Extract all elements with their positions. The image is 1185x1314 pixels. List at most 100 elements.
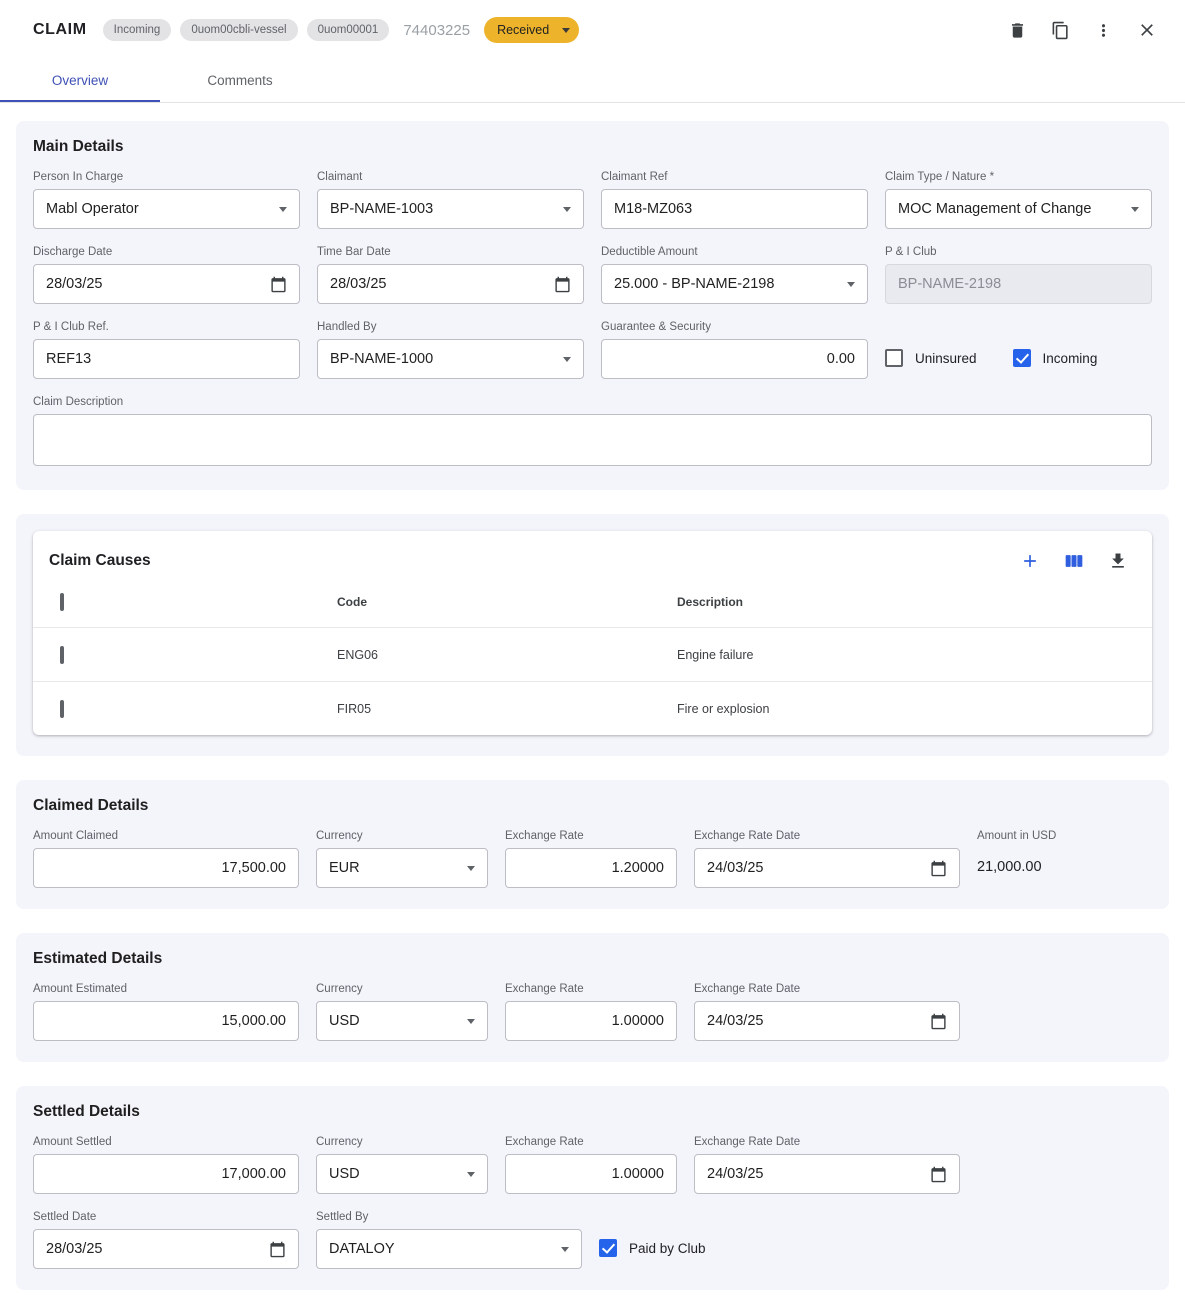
field-label: Currency — [316, 1136, 488, 1148]
paid-by-club-checkbox[interactable]: Paid by Club — [599, 1239, 706, 1257]
table-actions — [1020, 551, 1128, 571]
table-row[interactable]: ENG06 Engine failure — [33, 627, 1152, 681]
guarantee-security-input[interactable] — [614, 351, 855, 367]
field-label: Currency — [316, 983, 488, 995]
chevron-down-icon — [561, 1247, 569, 1252]
chevron-down-icon — [563, 357, 571, 362]
claim-causes-section: Claim Causes Code Description — [16, 514, 1169, 756]
field-label: Time Bar Date — [317, 246, 584, 258]
field-label: Handled By — [317, 321, 584, 333]
amount-estimated-control — [33, 1001, 299, 1041]
columns-icon[interactable] — [1064, 551, 1084, 571]
claim-description-textarea[interactable] — [33, 414, 1152, 466]
estimated-exchange-rate-date-input[interactable] — [707, 1013, 922, 1029]
row-checkbox[interactable] — [60, 646, 64, 664]
field-label: Exchange Rate Date — [694, 983, 960, 995]
amount-settled-control — [33, 1154, 299, 1194]
calendar-icon[interactable] — [930, 1013, 947, 1030]
checkbox-box[interactable] — [599, 1239, 617, 1257]
deductible-amount-select[interactable]: 25.000 - BP-NAME-2198 — [601, 264, 868, 304]
tab-bar: Overview Comments — [0, 60, 1185, 103]
status-dropdown[interactable]: Received — [484, 17, 579, 43]
field-time-bar-date: Time Bar Date — [317, 246, 584, 304]
calendar-icon[interactable] — [270, 276, 287, 293]
field-settled-by: Settled By DATALOY — [316, 1211, 582, 1269]
close-icon[interactable] — [1137, 20, 1157, 40]
field-handled-by: Handled By BP-NAME-1000 — [317, 321, 584, 379]
checkbox-box[interactable] — [1013, 349, 1031, 367]
field-claimed-exchange-rate-date: Exchange Rate Date — [694, 830, 960, 888]
amount-settled-input[interactable] — [46, 1166, 286, 1182]
field-label: Claim Description — [33, 396, 1152, 408]
claim-number: 74403225 — [403, 22, 470, 39]
download-icon[interactable] — [1108, 551, 1128, 571]
settled-by-select[interactable]: DATALOY — [316, 1229, 582, 1269]
claimed-exchange-rate-input[interactable] — [518, 860, 664, 876]
discharge-date-input[interactable] — [46, 276, 262, 292]
select-value: USD — [329, 1166, 360, 1182]
p-and-i-club-ref-input[interactable] — [46, 351, 287, 367]
claimed-currency-select[interactable]: EUR — [316, 848, 488, 888]
calendar-icon[interactable] — [930, 1166, 947, 1183]
estimated-exchange-rate-input[interactable] — [518, 1013, 664, 1029]
discharge-date-control — [33, 264, 300, 304]
cell-description: Fire or explosion — [677, 702, 1136, 716]
handled-by-select[interactable]: BP-NAME-1000 — [317, 339, 584, 379]
checkbox-group: Uninsured Incoming — [885, 338, 1152, 378]
column-header-code: Code — [337, 595, 677, 609]
section-title: Estimated Details — [33, 950, 1152, 968]
incoming-checkbox[interactable]: Incoming — [1013, 349, 1098, 367]
claimant-ref-input[interactable] — [614, 201, 855, 217]
field-label: Settled Date — [33, 1211, 299, 1223]
field-label: Settled By — [316, 1211, 582, 1223]
field-label: Claimant — [317, 171, 584, 183]
field-label: P & I Club — [885, 246, 1152, 258]
field-claimant: Claimant BP-NAME-1003 — [317, 171, 584, 229]
chevron-down-icon — [1131, 207, 1139, 212]
copy-icon[interactable] — [1051, 21, 1070, 40]
estimated-currency-select[interactable]: USD — [316, 1001, 488, 1041]
delete-icon[interactable] — [1008, 21, 1027, 40]
checkbox-box[interactable] — [885, 349, 903, 367]
person-in-charge-select[interactable]: Mabl Operator — [33, 189, 300, 229]
column-header-description: Description — [677, 595, 1136, 609]
time-bar-date-input[interactable] — [330, 276, 546, 292]
settled-currency-select[interactable]: USD — [316, 1154, 488, 1194]
settled-exchange-rate-date-input[interactable] — [707, 1166, 922, 1182]
field-claimed-currency: Currency EUR — [316, 830, 488, 888]
calendar-icon[interactable] — [269, 1241, 286, 1258]
field-label: Discharge Date — [33, 246, 300, 258]
claim-type-select[interactable]: MOC Management of Change — [885, 189, 1152, 229]
uninsured-checkbox[interactable]: Uninsured — [885, 349, 977, 367]
field-claimant-ref: Claimant Ref — [601, 171, 868, 229]
row-checkbox[interactable] — [60, 700, 64, 718]
claimed-exchange-rate-date-input[interactable] — [707, 860, 922, 876]
settled-exchange-rate-input[interactable] — [518, 1166, 664, 1182]
field-p-and-i-club: P & I Club BP-NAME-2198 — [885, 246, 1152, 304]
tab-comments[interactable]: Comments — [160, 60, 320, 102]
claimed-exchange-rate-control — [505, 848, 677, 888]
add-row-icon[interactable] — [1020, 551, 1040, 571]
claimant-ref-control — [601, 189, 868, 229]
chip-vessel: 0uom00cbli-vessel — [180, 19, 297, 41]
claimant-select[interactable]: BP-NAME-1003 — [317, 189, 584, 229]
section-title: Claimed Details — [33, 797, 1152, 815]
claim-causes-header: Claim Causes — [33, 531, 1152, 577]
field-label: Amount Claimed — [33, 830, 299, 842]
amount-estimated-input[interactable] — [46, 1013, 286, 1029]
select-all-checkbox[interactable] — [60, 593, 64, 611]
table-row[interactable]: FIR05 Fire or explosion — [33, 681, 1152, 735]
more-options-icon[interactable] — [1094, 21, 1113, 40]
cell-code: ENG06 — [337, 648, 677, 662]
table-header-row: Code Description — [33, 577, 1152, 627]
field-claim-type: Claim Type / Nature * MOC Management of … — [885, 171, 1152, 229]
select-value: USD — [329, 1013, 360, 1029]
tab-overview[interactable]: Overview — [0, 60, 160, 102]
calendar-icon[interactable] — [930, 860, 947, 877]
chevron-down-icon — [467, 1019, 475, 1024]
amount-claimed-input[interactable] — [46, 860, 286, 876]
field-settled-exchange-rate: Exchange Rate — [505, 1136, 677, 1194]
calendar-icon[interactable] — [554, 276, 571, 293]
settled-date-input[interactable] — [46, 1241, 261, 1257]
field-person-in-charge: Person In Charge Mabl Operator — [33, 171, 300, 229]
